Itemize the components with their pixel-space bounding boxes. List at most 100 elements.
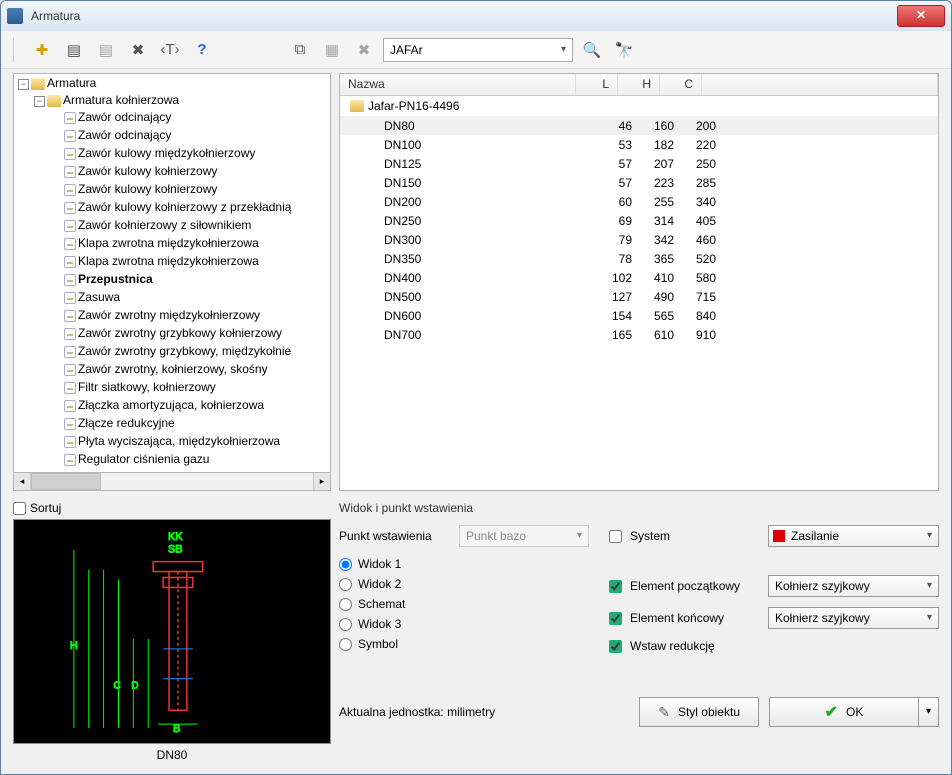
cell-c: 580 [682,271,724,285]
col-h[interactable]: H [618,74,660,95]
folder-icon [350,100,364,112]
folder-icon [31,78,45,90]
elem-start-select[interactable]: Kołnierz szyjkowy [768,575,939,597]
close-button[interactable]: ✕ [897,5,945,27]
text-tool-icon[interactable]: ‹T› [157,37,183,63]
tree-item[interactable]: Klapa zwrotna międzykołnierzowa [78,254,259,268]
scroll-left-arrow[interactable]: ◂ [14,473,31,490]
tree-item[interactable]: Regulator ciśnienia gazu [78,452,209,466]
view-radio[interactable]: Widok 2 [339,577,589,591]
tree-item[interactable]: Zawór kulowy kołnierzowy z przekładnią [78,200,291,214]
category-tree[interactable]: −Armatura−Armatura kołnierzowaZawór odci… [13,73,331,473]
tree-item[interactable]: Zawór odcinający [78,128,171,142]
cell-name: DN300 [340,233,598,247]
tree-item[interactable]: Filtr siatkowy, kołnierzowy [78,380,216,394]
cell-h: 490 [640,290,682,304]
item-icon [64,166,76,178]
table-row[interactable]: DN8046160200 [340,116,938,135]
view-radio[interactable]: Symbol [339,637,589,651]
copy-icon[interactable]: ⧉ [287,37,313,63]
table-row[interactable]: DN35078365520 [340,249,938,268]
scroll-thumb[interactable] [31,473,101,490]
item-icon [64,112,76,124]
table-row[interactable]: DN12557207250 [340,154,938,173]
add-icon[interactable]: ✚ [29,37,55,63]
tree-root-label[interactable]: Armatura [47,76,96,90]
tree-item[interactable]: Zawór zwrotny grzybkowy kołnierzowy [78,326,282,340]
cell-l: 154 [598,309,640,323]
view-radio[interactable]: Widok 3 [339,617,589,631]
grid-header[interactable]: Nazwa L H C [340,74,938,96]
col-c[interactable]: C [660,74,702,95]
table-row[interactable]: DN500127490715 [340,287,938,306]
ok-dropdown[interactable]: ▾ [919,697,939,727]
tree-item[interactable]: Płyta wyciszająca, międzykołnierzowa [78,434,280,448]
tree-item[interactable]: Złączka amortyzująca, kołnierzowa [78,398,264,412]
list2-icon: ▤ [93,37,119,63]
style-icon: ✎ [658,704,670,721]
tree-toggle[interactable]: − [34,96,45,107]
elem-start-checkbox[interactable] [609,580,622,593]
tree-h-scrollbar[interactable]: ◂ ▸ [13,473,331,491]
tree-item[interactable]: Zawór odcinający [78,110,171,124]
col-name[interactable]: Nazwa [340,74,576,95]
supply-select[interactable]: Zasilanie [768,525,939,547]
elem-start-label: Element początkowy [630,579,760,593]
item-icon [64,382,76,394]
tree-item[interactable]: Zasuwa [78,290,120,304]
reduction-checkbox[interactable] [609,640,622,653]
cell-c: 285 [682,176,724,190]
tree-item[interactable]: Zawór zwrotny międzykołnierzowy [78,308,260,322]
cell-l: 46 [598,119,640,133]
item-icon [64,274,76,286]
cell-l: 165 [598,328,640,342]
view-radio[interactable]: Widok 1 [339,557,589,571]
table-row[interactable]: DN10053182220 [340,135,938,154]
view-radio[interactable]: Schemat [339,597,589,611]
binoculars-icon[interactable]: 🔭 [611,37,637,63]
svg-text:H: H [70,640,78,652]
tree-item[interactable]: Zawór zwrotny grzybkowy, międzykołnie [78,344,291,358]
item-icon [64,454,76,466]
tree-item[interactable]: Zawór kulowy kołnierzowy [78,182,217,196]
table-row[interactable]: DN600154565840 [340,306,938,325]
item-icon [64,130,76,142]
search-icon[interactable]: 🔍 [579,37,605,63]
preview-area: Sortuj KK SB H C D [13,501,331,762]
tree-item[interactable]: Zawór kołnierzowy z siłownikiem [78,218,251,232]
col-l[interactable]: L [576,74,618,95]
tools-icon[interactable]: ✖ [125,37,151,63]
options-area: Widok i punkt wstawienia Punkt wstawieni… [339,501,939,762]
tree-item[interactable]: Przepustnica [78,272,153,286]
elem-end-checkbox[interactable] [609,612,622,625]
system-checkbox[interactable] [609,530,622,543]
lower-area: Sortuj KK SB H C D [1,491,951,774]
elem-end-label: Element końcowy [630,611,760,625]
table-row[interactable]: DN30079342460 [340,230,938,249]
unit-label: Aktualna jednostka: milimetry [339,705,495,719]
tree-item[interactable]: Zawór kulowy kołnierzowy [78,164,217,178]
tree-item[interactable]: Złącze redukcyjne [78,416,175,430]
cell-c: 910 [682,328,724,342]
elem-end-select[interactable]: Kołnierz szyjkowy [768,607,939,629]
tree-item[interactable]: Zawór kulowy międzykołnierzowy [78,146,255,160]
manufacturer-combo[interactable]: JAFAr [383,38,573,62]
tree-group-label[interactable]: Armatura kołnierzowa [63,93,179,107]
list-icon[interactable]: ▤ [61,37,87,63]
cell-l: 53 [598,138,640,152]
grid-group-row[interactable]: Jafar-PN16-4496 [340,96,938,116]
grid-body: Jafar-PN16-4496DN8046160200DN10053182220… [340,96,938,344]
table-row[interactable]: DN700165610910 [340,325,938,344]
table-row[interactable]: DN400102410580 [340,268,938,287]
tree-item[interactable]: Zawór zwrotny, kołnierzowy, skośny [78,362,268,376]
ok-button[interactable]: ✔ OK [769,697,919,727]
sort-checkbox[interactable]: Sortuj [13,501,331,515]
scroll-right-arrow[interactable]: ▸ [313,473,330,490]
help-icon[interactable]: ? [189,37,215,63]
object-style-button[interactable]: ✎ Styl obiektu [639,697,759,727]
table-row[interactable]: DN20060255340 [340,192,938,211]
table-row[interactable]: DN15057223285 [340,173,938,192]
tree-toggle[interactable]: − [18,79,29,90]
table-row[interactable]: DN25069314405 [340,211,938,230]
tree-item[interactable]: Klapa zwrotna międzykołnierzowa [78,236,259,250]
